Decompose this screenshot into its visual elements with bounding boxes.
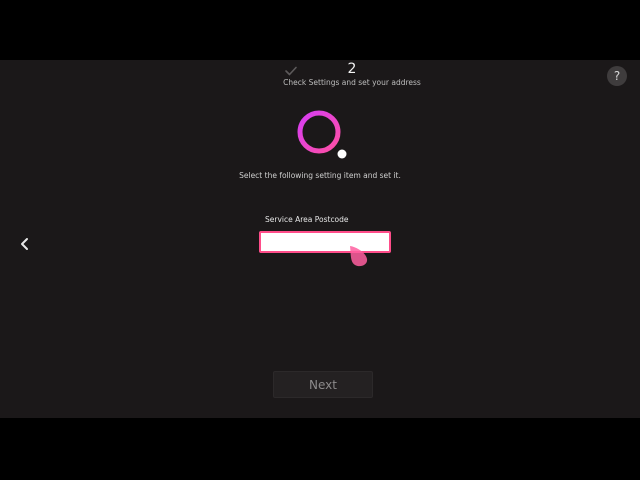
help-icon: ? [613, 69, 621, 83]
postcode-input[interactable] [259, 231, 391, 253]
spinner-icon [297, 110, 347, 159]
letterbox-top [0, 0, 640, 60]
magic-remote-pointer-icon [350, 246, 368, 267]
postcode-label: Service Area Postcode [265, 215, 349, 224]
chevron-left-icon[interactable] [16, 235, 34, 253]
step-number: 2 [347, 61, 357, 77]
tv-setup-screen: 2 Check Settings and set your address ? … [0, 60, 640, 418]
check-icon [285, 66, 297, 76]
letterbox-bottom [0, 418, 640, 480]
instruction-text: Select the following setting item and se… [239, 171, 401, 180]
next-button[interactable]: Next [273, 371, 373, 398]
help-button[interactable]: ? [607, 66, 627, 86]
step-caption: Check Settings and set your address [283, 78, 421, 87]
